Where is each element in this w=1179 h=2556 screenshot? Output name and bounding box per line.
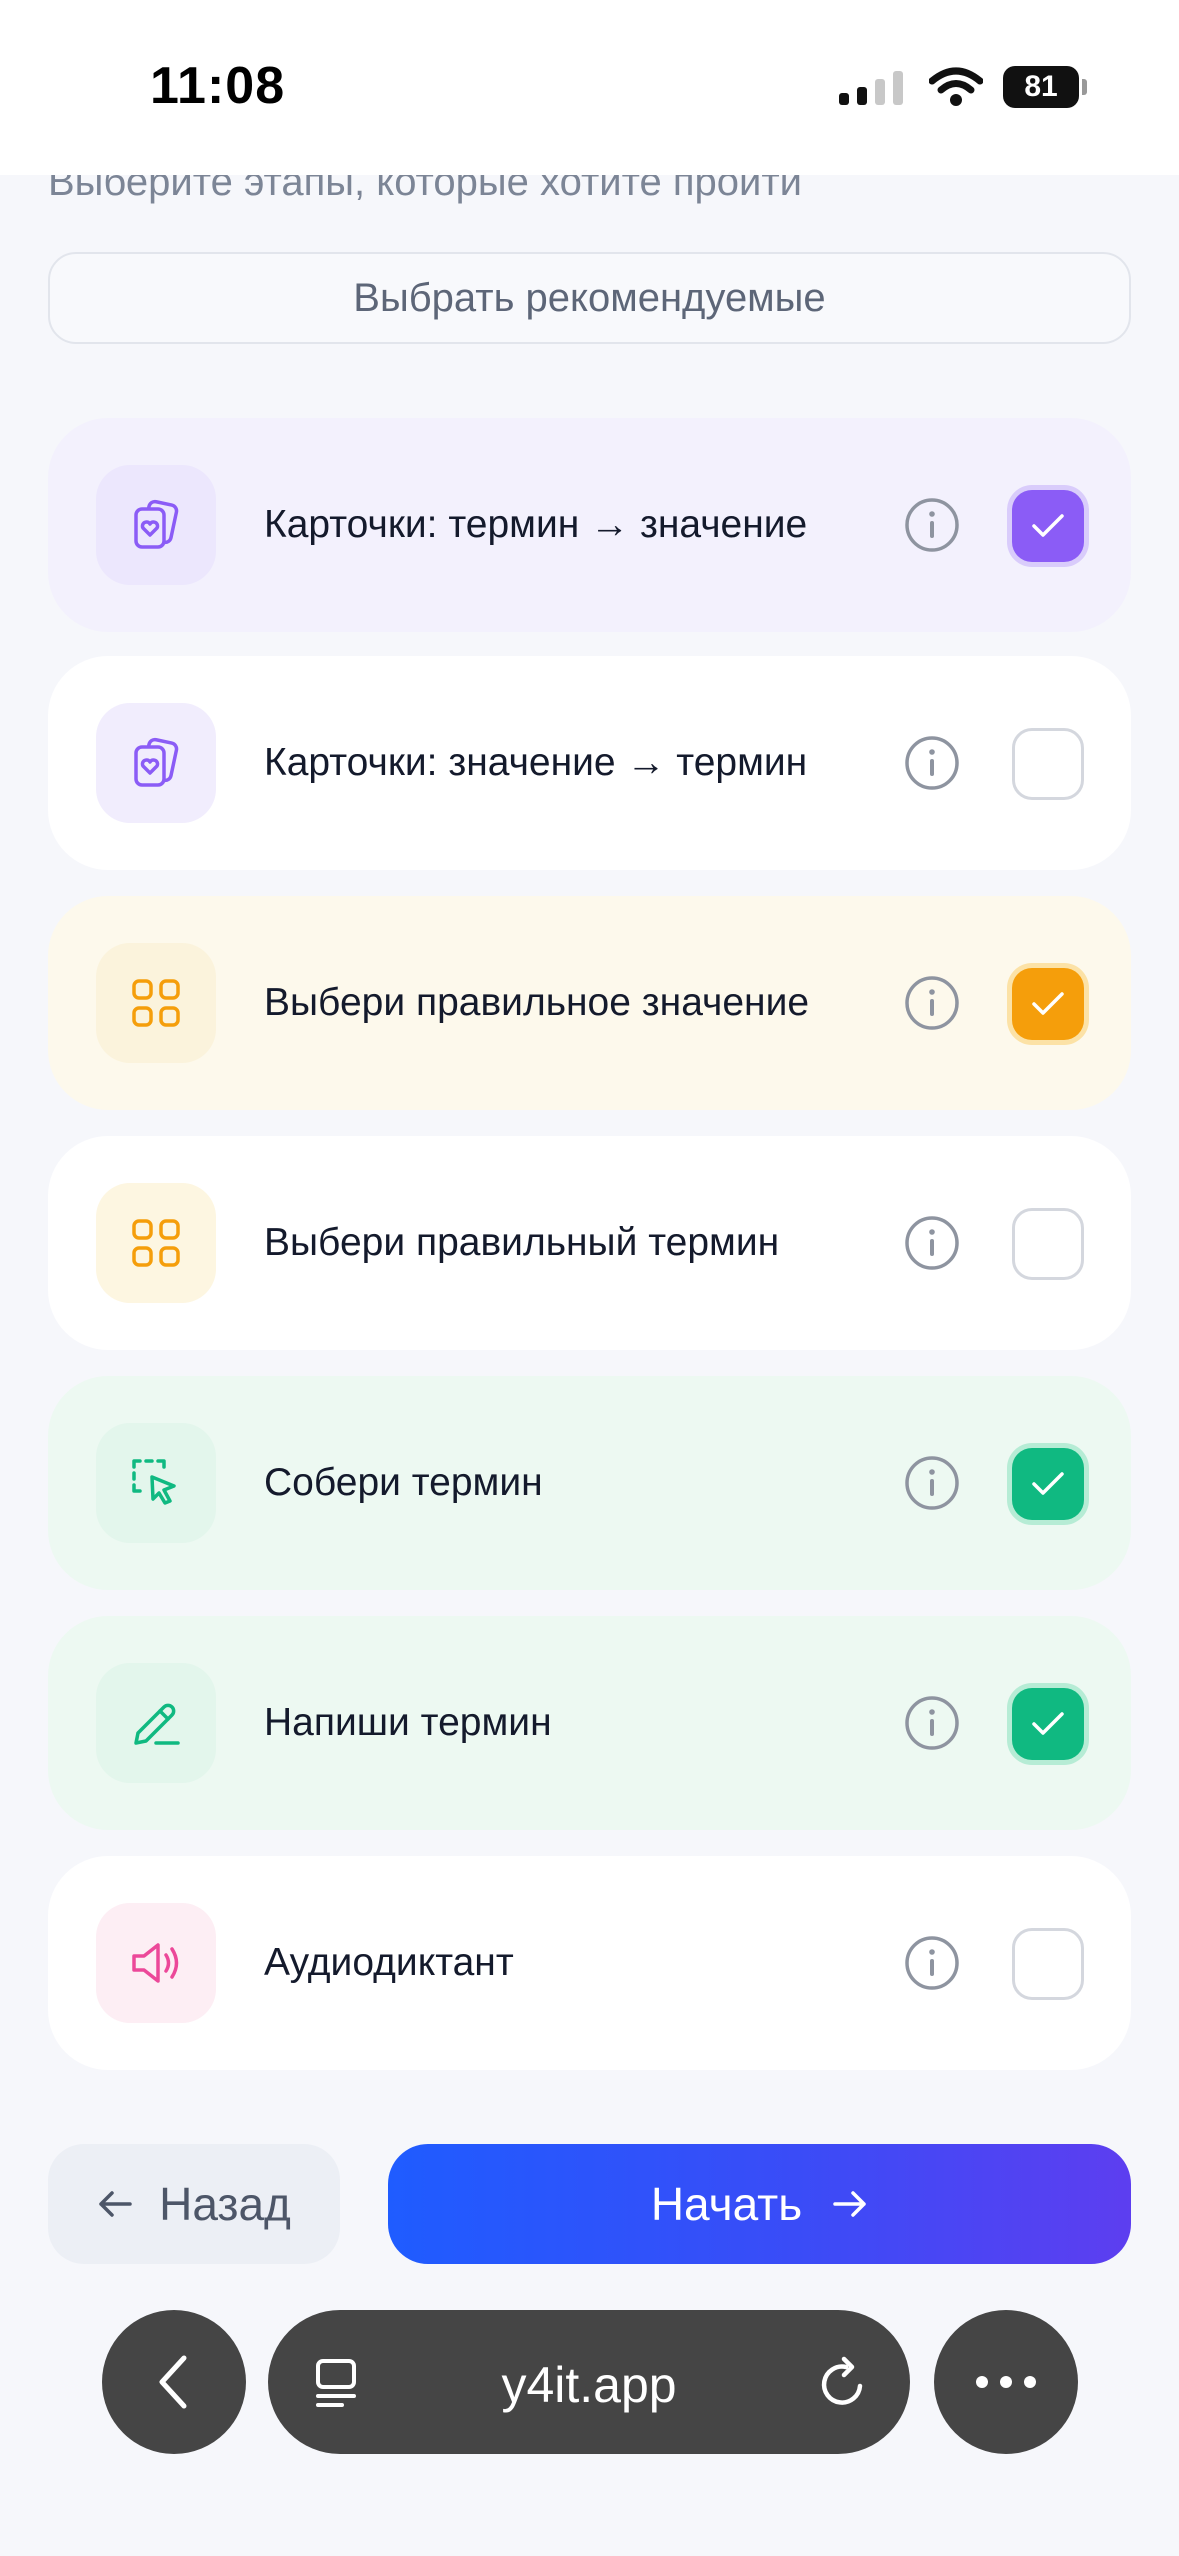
cellular-signal-icon <box>839 71 903 105</box>
cards-icon <box>96 465 216 585</box>
stage-label: Напиши термин <box>264 1701 552 1744</box>
stage-checkbox[interactable] <box>1012 728 1084 800</box>
stage-checkbox[interactable] <box>1012 1448 1084 1520</box>
stage-label: Карточки: термин → значение <box>264 503 808 546</box>
stage-item-flashcards-meaning-term[interactable]: Карточки: значение → термин <box>48 656 1131 870</box>
status-bar: 11:08 81 <box>0 0 1179 175</box>
stage-item-audio-dictation[interactable]: Аудиодиктант <box>48 1856 1131 2070</box>
speaker-icon <box>96 1903 216 2023</box>
checkmark-icon <box>1032 1712 1064 1735</box>
start-button[interactable]: Начать <box>388 2144 1131 2264</box>
reload-icon[interactable] <box>816 2356 870 2410</box>
info-icon[interactable] <box>904 1215 960 1271</box>
info-icon[interactable] <box>904 735 960 791</box>
stage-item-choose-meaning[interactable]: Выбери правильное значение <box>48 896 1131 1110</box>
checkmark-icon <box>1032 514 1064 537</box>
start-button-label: Начать <box>650 2178 803 2230</box>
stage-checkbox[interactable] <box>1012 490 1084 562</box>
stage-label: Выбери правильное значение <box>264 981 810 1024</box>
wifi-icon <box>929 67 983 106</box>
battery-indicator: 81 <box>1003 66 1087 108</box>
stage-item-choose-term[interactable]: Выбери правильный термин <box>48 1136 1131 1350</box>
cards-icon <box>96 703 216 823</box>
back-button-label: Назад <box>159 2178 291 2230</box>
stage-checkbox[interactable] <box>1012 1928 1084 2000</box>
browser-back-button[interactable] <box>102 2310 246 2454</box>
info-icon[interactable] <box>904 497 960 553</box>
stage-item-assemble-term[interactable]: Собери термин <box>48 1376 1131 1590</box>
more-icon <box>976 2376 1036 2388</box>
info-icon[interactable] <box>904 1695 960 1751</box>
stage-label: Карточки: значение → термин <box>264 741 808 784</box>
stage-label: Аудиодиктант <box>264 1941 514 1984</box>
browser-more-button[interactable] <box>934 2310 1078 2454</box>
grid-icon <box>96 943 216 1063</box>
select-recommended-button[interactable]: Выбрать рекомендуемые <box>48 252 1131 344</box>
grid-icon <box>96 1183 216 1303</box>
select-cursor-icon <box>96 1423 216 1543</box>
stage-item-write-term[interactable]: Напиши термин <box>48 1616 1131 1830</box>
checkmark-icon <box>1032 992 1064 1015</box>
stage-label: Собери термин <box>264 1461 543 1504</box>
info-icon[interactable] <box>904 1935 960 1991</box>
arrow-right-icon <box>833 2191 866 2217</box>
address-bar[interactable]: y4it.app <box>268 2310 910 2454</box>
status-icons: 81 <box>837 64 1087 110</box>
status-time: 11:08 <box>150 57 286 115</box>
pencil-icon <box>96 1663 216 1783</box>
info-icon[interactable] <box>904 975 960 1031</box>
stage-checkbox[interactable] <box>1012 968 1084 1040</box>
arrow-left-icon <box>99 2191 132 2217</box>
stage-checkbox[interactable] <box>1012 1208 1084 1280</box>
stage-label: Выбери правильный термин <box>264 1221 780 1264</box>
stage-checkbox[interactable] <box>1012 1688 1084 1760</box>
checkmark-icon <box>1032 1472 1064 1495</box>
chevron-left-icon <box>159 2355 187 2409</box>
url-text: y4it.app <box>501 2357 677 2413</box>
back-button[interactable]: Назад <box>48 2144 340 2264</box>
info-icon[interactable] <box>904 1455 960 1511</box>
stage-item-flashcards-term-meaning[interactable]: Карточки: термин → значение <box>48 418 1131 632</box>
